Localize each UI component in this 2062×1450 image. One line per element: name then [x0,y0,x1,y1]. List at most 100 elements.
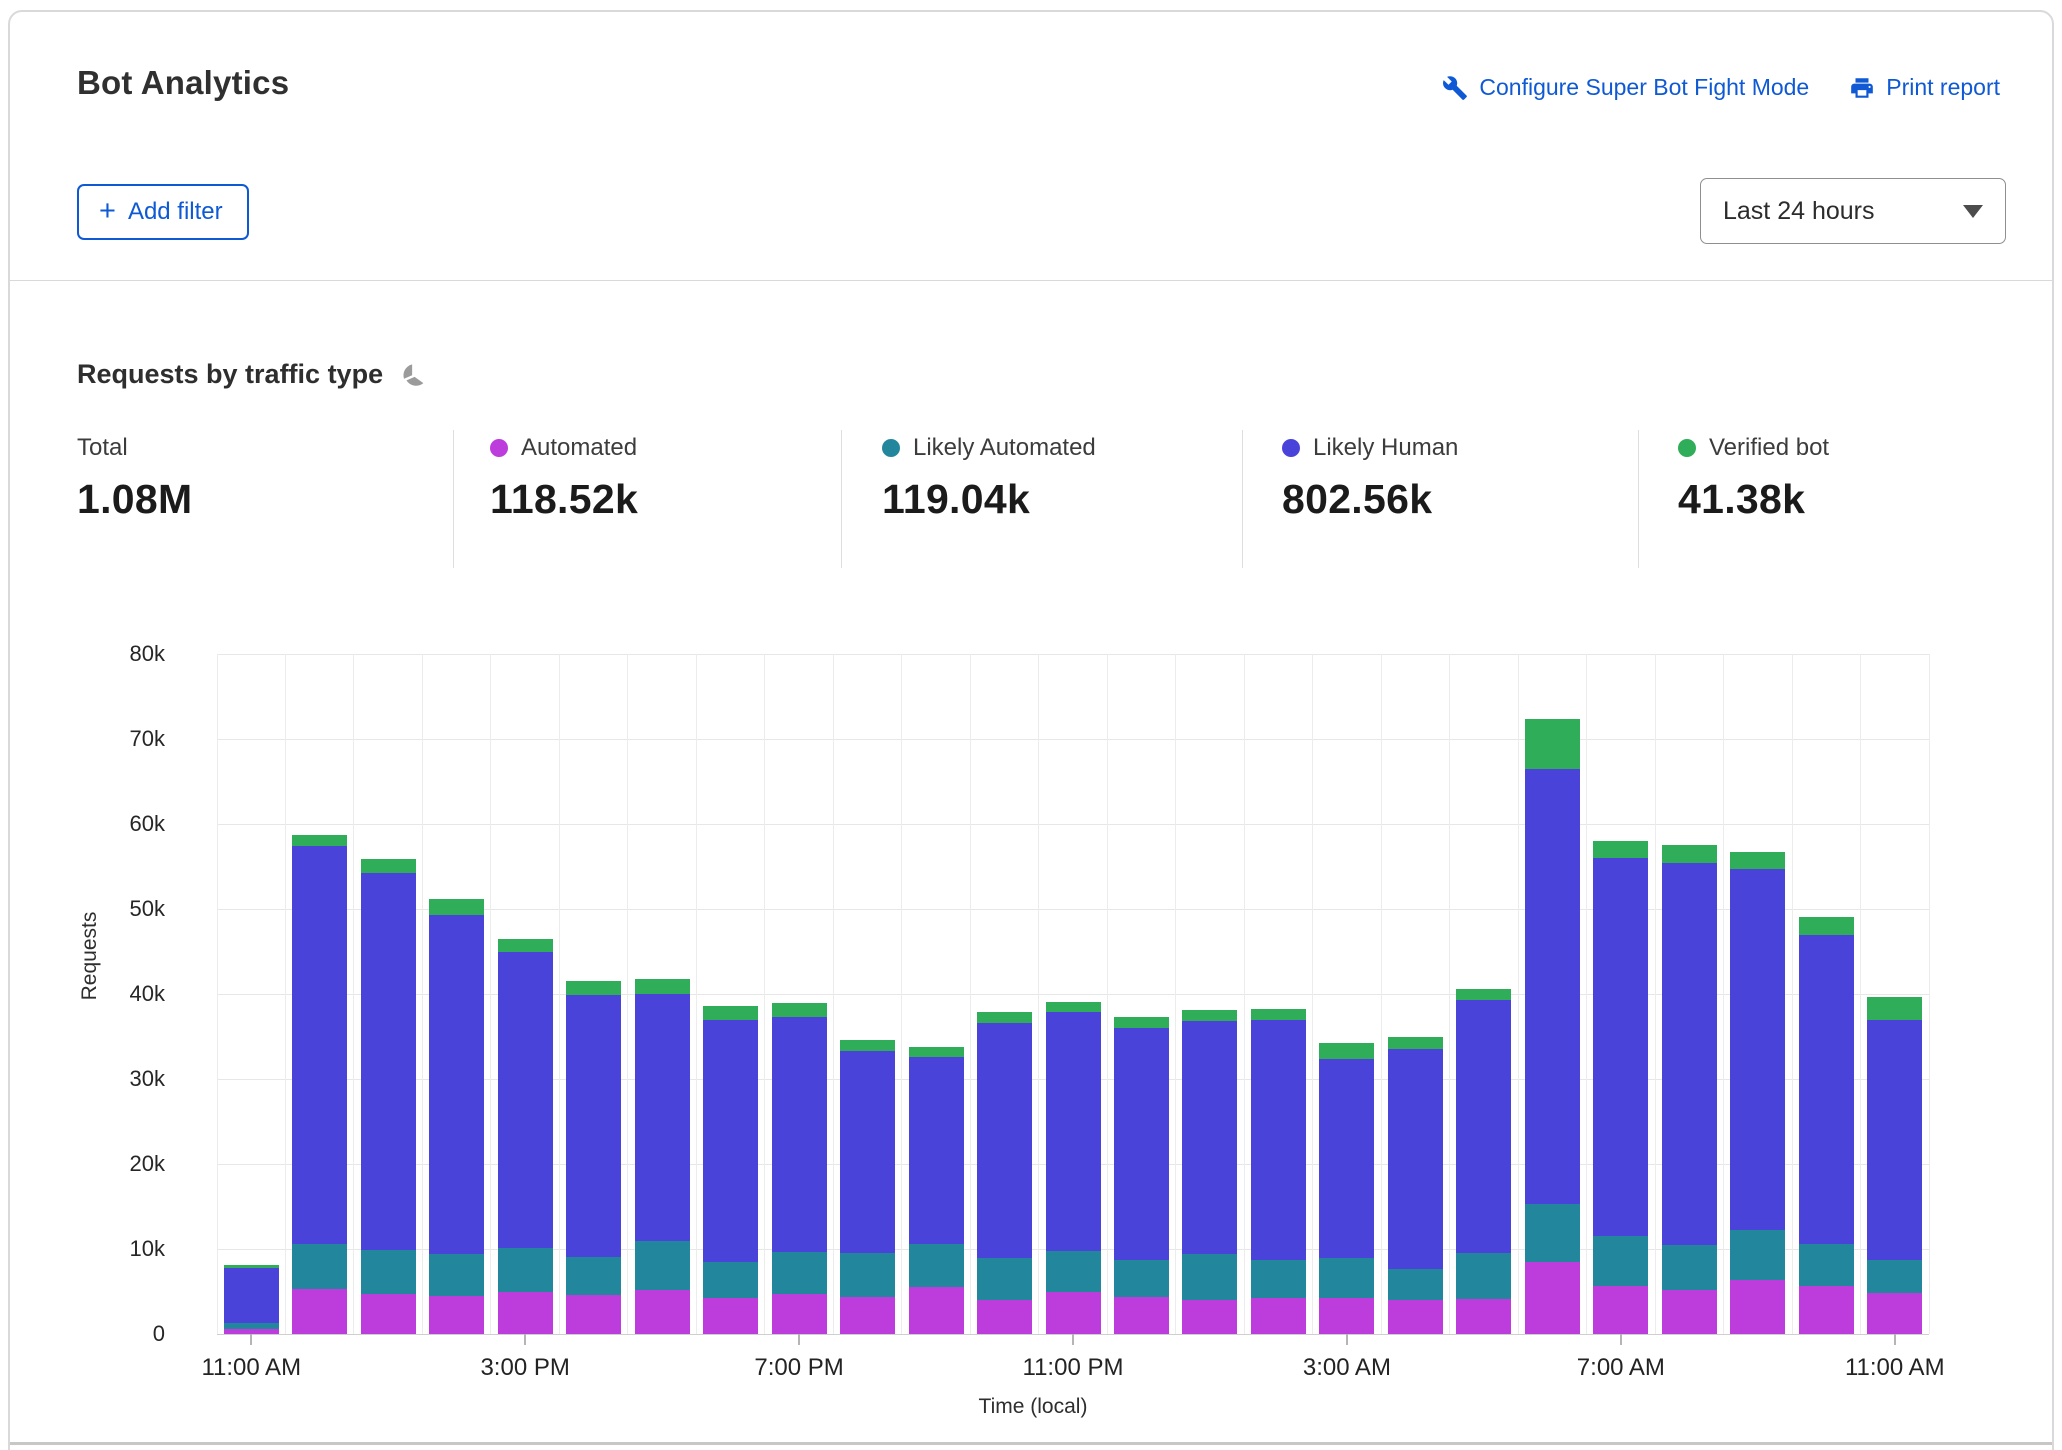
section-title-label: Requests by traffic type [77,359,384,389]
bar-segment-automated [1045,1292,1101,1334]
x-tick [1345,1334,1348,1345]
gridline-vertical [421,654,423,1334]
bar-segment-likely-human [1250,1020,1306,1261]
chevron-down-icon [1963,204,1983,218]
gridline-vertical [1928,654,1930,1334]
bar-segment-automated [977,1300,1033,1334]
chart-bar-3-00-pm[interactable] [497,654,553,1334]
bar-segment-likely-automated [634,1240,690,1290]
gridline-vertical [1380,654,1382,1334]
gridline-vertical [1791,654,1793,1334]
add-filter-button[interactable]: + Add filter [77,184,249,240]
bar-segment-likely-automated [1250,1260,1306,1299]
chart-bar-2-00-am[interactable] [1250,654,1306,1334]
gridline-vertical [764,654,766,1334]
gridline-vertical [216,654,218,1334]
chart-bar-5-00-am[interactable] [1456,654,1512,1334]
bar-segment-automated [1524,1261,1580,1334]
chart-bar-8-00-am[interactable] [1661,654,1717,1334]
bar-segment-automated [1182,1300,1238,1334]
chart-bar-9-00-pm[interactable] [908,654,964,1334]
chart-bar-6-00-pm[interactable] [703,654,759,1334]
bar-segment-verified-bot [1524,718,1580,769]
y-tick-label: 50k [129,896,165,921]
bar-segment-likely-human [634,994,690,1241]
gridline-vertical [1106,654,1108,1334]
bar-segment-likely-human [1730,869,1786,1231]
bar-segment-likely-automated [566,1256,622,1295]
gridline-vertical [1175,654,1177,1334]
bar-segment-automated [1456,1299,1512,1334]
x-tick [250,1334,253,1345]
x-tick [798,1334,801,1345]
bar-segment-likely-human [1045,1011,1101,1251]
chart-bar-1-00-pm[interactable] [360,654,416,1334]
chart-bar-7-00-am[interactable] [1593,654,1649,1334]
chart-bar-11-00-am[interactable] [1867,654,1923,1334]
chart-bar-10-00-am[interactable] [1798,654,1854,1334]
bar-segment-verified-bot [1456,988,1512,1000]
chart-bar-10-00-pm[interactable] [977,654,1033,1334]
bar-segment-likely-human [1524,768,1580,1204]
wrench-icon [1442,75,1468,101]
stat-label: Automated [521,434,638,461]
stat-divider [453,430,454,568]
bar-segment-automated [634,1289,690,1334]
chart-bar-1-00-am[interactable] [1182,654,1238,1334]
time-range-select[interactable]: Last 24 hours [1700,178,2006,244]
gridline-vertical [490,654,492,1334]
chart-bar-2-00-pm[interactable] [429,654,485,1334]
gridline-vertical [1586,654,1588,1334]
bar-segment-likely-automated [1456,1253,1512,1300]
print-report-link[interactable]: Print report [1849,74,2000,101]
bar-segment-likely-automated [1661,1244,1717,1290]
bar-segment-verified-bot [497,938,553,952]
chart-bar-4-00-am[interactable] [1387,654,1443,1334]
chart-bar-11-00-pm[interactable] [1045,654,1101,1334]
bar-segment-automated [360,1294,416,1334]
stat-divider [1638,430,1639,568]
time-range-value: Last 24 hours [1723,196,1875,225]
legend-dot [490,439,508,457]
stat-label: Likely Human [1313,434,1459,461]
bar-segment-likely-automated [771,1252,827,1295]
chart-bar-12-00-pm[interactable] [292,654,348,1334]
y-tick-label: 10k [129,1236,165,1261]
bar-segment-likely-human [977,1022,1033,1259]
bar-segment-verified-bot [1387,1036,1443,1050]
bar-segment-verified-bot [360,858,416,874]
y-tick-label: 80k [129,641,165,666]
bar-segment-automated [840,1296,896,1334]
chart-bar-7-00-pm[interactable] [771,654,827,1334]
y-tick-label: 20k [129,1151,165,1176]
bar-segment-likely-human [360,873,416,1250]
chart-bar-5-00-pm[interactable] [634,654,690,1334]
bar-segment-likely-automated [360,1249,416,1295]
chart-bar-3-00-am[interactable] [1319,654,1375,1334]
x-tick [1619,1334,1622,1345]
chart-bar-6-00-am[interactable] [1524,654,1580,1334]
chart-bar-11-00-am[interactable] [223,654,279,1334]
configure-super-bot-fight-mode-link[interactable]: Configure Super Bot Fight Mode [1442,74,1809,101]
bottom-divider [10,1442,2052,1445]
stat-value: 119.04k [882,476,1031,522]
chart-bar-12-00-am[interactable] [1113,654,1169,1334]
chart-bar-4-00-pm[interactable] [566,654,622,1334]
bar-segment-likely-automated [908,1243,964,1288]
chart-plot [216,653,1930,1335]
bar-segment-likely-human [1319,1058,1375,1259]
section-title: Requests by traffic type [77,359,429,390]
bar-segment-verified-bot [634,978,690,994]
gridline-vertical [627,654,629,1334]
chart-bar-8-00-pm[interactable] [840,654,896,1334]
stat-label: Total [77,434,128,461]
bar-segment-verified-bot [1730,852,1786,870]
stat-likely-automated: Likely Automated 119.04k [882,434,1096,523]
bar-segment-automated [1867,1293,1923,1334]
bar-segment-likely-human [429,914,485,1255]
bar-segment-likely-human [1798,934,1854,1244]
chart-bar-9-00-am[interactable] [1730,654,1786,1334]
y-axis-labels: 0 10k 20k 30k 40k 50k 60k 70k 80k [80,641,165,1346]
bar-segment-verified-bot [566,981,622,995]
gridline-vertical [1723,654,1725,1334]
